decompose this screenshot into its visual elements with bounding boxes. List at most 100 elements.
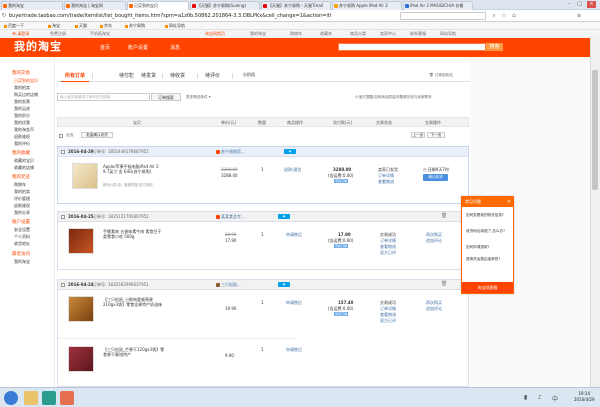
browser-tab-active[interactable]: 已买到的宝贝 — [127, 1, 189, 10]
both-reviewed-link[interactable]: 双方已评 — [380, 250, 396, 256]
reload-icon[interactable]: ↻ — [0, 12, 8, 20]
sidebar-item[interactable]: 退款维权 — [14, 134, 30, 140]
sidebar-item[interactable]: 我的评价 — [14, 141, 30, 147]
product-image[interactable] — [68, 346, 94, 372]
sidebar-item[interactable]: 收货地址 — [14, 241, 30, 247]
sidebar-item[interactable]: 我的足迹 — [14, 106, 30, 112]
explorer-icon[interactable] — [24, 391, 38, 405]
favorites-link[interactable]: 收藏夹 — [320, 30, 332, 38]
product-image[interactable] — [68, 296, 94, 322]
add-review-link[interactable]: 追加评论 — [426, 306, 442, 312]
col-status[interactable]: 交易状态 — [376, 120, 392, 126]
close-icon[interactable]: × — [587, 1, 596, 8]
order-checkbox[interactable] — [61, 282, 65, 287]
help-question[interactable]: 如何申请退款? — [466, 245, 511, 250]
bookmark-item[interactable]: 淘宝 — [48, 22, 60, 30]
browser-tab-5[interactable]: 苏宁易购 Apple iPad Air 2 — [332, 1, 402, 10]
sidebar-section-title[interactable]: 我的足迹 — [12, 174, 30, 180]
network-icon[interactable]: ▮ — [524, 394, 527, 401]
header-search-input[interactable] — [338, 43, 486, 51]
shop-link[interactable]: 某某食品专... — [216, 214, 245, 220]
star-icon[interactable]: ☆ — [500, 12, 508, 20]
sidebar-item[interactable]: 购买过的店铺 — [14, 92, 38, 98]
after-sale-link[interactable]: 申请售后 — [286, 232, 302, 238]
bookmark-item[interactable]: 天猫 — [75, 22, 87, 30]
order-checkbox[interactable] — [61, 149, 65, 154]
product-title[interactable]: 【三只松鼠_小鲜肉夏威夷果210gx3袋】零食坚果特产奶油味 — [103, 297, 165, 307]
seller-center-link[interactable]: 卖家中心 — [380, 30, 396, 38]
bookmark-item[interactable]: 苏宁易购 — [125, 22, 145, 30]
system-clock[interactable]: 19:14 2016/4/29 — [574, 391, 595, 403]
order-search-input[interactable]: 输入宝贝标题或订单号进行搜索 — [57, 93, 150, 101]
next-page-button[interactable]: 下一页 — [427, 132, 445, 138]
browser-tab-6[interactable]: iPad Air 2 MH182CH/A 价格 — [403, 1, 473, 10]
help-question[interactable]: 退换货运费由谁承担? — [466, 257, 511, 262]
minimize-icon[interactable]: – — [564, 1, 573, 8]
wangwang-chat-icon[interactable]: ◉ — [278, 214, 290, 219]
product-title[interactable]: 手撕素肉 五香味素牛肉 素食豆干类零食小吃 500g — [103, 229, 165, 239]
select-all-checkbox[interactable] — [59, 133, 63, 138]
sidebar-item[interactable]: 我的拍卖 — [14, 85, 30, 91]
browser-icon[interactable] — [42, 391, 56, 405]
sidebar-item[interactable]: 我的拍卖 — [14, 189, 30, 195]
header-nav-settings[interactable]: 账户设置 — [128, 44, 148, 51]
taobao-home-link[interactable]: 淘宝网首页 — [205, 30, 225, 38]
order-checkbox[interactable] — [61, 214, 65, 219]
cart-link[interactable]: 购物车 — [290, 30, 302, 38]
bookmark-item[interactable]: 百度一下 — [4, 22, 24, 30]
my-taobao-link[interactable]: 我的淘宝 — [250, 30, 266, 38]
help-question[interactable]: 如何查看我的物流信息? — [466, 213, 511, 218]
sidebar-item[interactable]: 我的分享 — [14, 210, 30, 216]
maximize-icon[interactable]: □ — [575, 1, 584, 8]
product-title[interactable]: 【三只松鼠_芒果干120gx3袋】零食果干蜜饯特产 — [103, 347, 165, 357]
refund-link[interactable]: 退款/退货 — [284, 167, 301, 173]
sidebar-item[interactable]: 我的优惠 — [14, 120, 30, 126]
sidebar-section-title[interactable]: 我的交易 — [12, 70, 30, 76]
start-icon[interactable] — [4, 391, 18, 405]
mobile-link[interactable]: 手机逛淘宝 — [90, 30, 110, 38]
sidebar-section-title[interactable]: 我的收藏 — [12, 150, 30, 156]
after-sale-link[interactable]: 申请售后 — [286, 300, 302, 306]
batch-confirm-button[interactable]: 批量确认收货 — [81, 132, 113, 138]
search-icon[interactable]: ⌕ — [490, 12, 498, 20]
product-image[interactable] — [72, 163, 98, 189]
site-nav-link[interactable]: 网站导航 — [440, 30, 456, 38]
sidebar-item-bought[interactable]: 已买到的宝贝 — [14, 78, 38, 84]
wangwang-chat-icon[interactable]: ◉ — [278, 282, 290, 287]
after-sale-link[interactable]: 申请售后 — [286, 347, 302, 353]
tab-pending-receipt[interactable]: 待收货 — [170, 72, 185, 79]
sidebar-item[interactable]: 评价管理 — [14, 196, 30, 202]
order-search-button[interactable]: 订单搜索 — [151, 93, 181, 101]
sidebar-section-title[interactable]: 账户设置 — [12, 219, 30, 225]
service-link[interactable]: 联系客服 — [410, 30, 426, 38]
browser-tab-0[interactable]: 我的淘宝 — [1, 1, 63, 10]
confirm-receipt-button[interactable]: 确认收货 — [423, 174, 448, 181]
app-icon[interactable] — [60, 391, 74, 405]
url-field[interactable]: buyertrade.taobao.com/trade/itemlist/lis… — [9, 13, 331, 19]
sidebar-item[interactable]: 收藏的店铺 — [14, 165, 34, 171]
header-nav-messages[interactable]: 消息 — [170, 44, 180, 51]
shop-link[interactable]: 苏宁易购官... — [216, 149, 245, 155]
tab-pending-review[interactable]: 待评价 — [205, 72, 220, 79]
header-search-button[interactable]: 搜索 — [486, 43, 503, 51]
sidebar-item[interactable]: 个人资料 — [14, 234, 30, 240]
prev-page-button[interactable]: 上一页 — [411, 132, 425, 138]
bookmark-item[interactable]: 京东 — [100, 22, 112, 30]
volume-icon[interactable]: ♪ — [538, 394, 542, 401]
browser-tab-3[interactable]: 【天猫】苏宁易购(Suning) — [190, 1, 260, 10]
tab-all-orders[interactable]: 所有订单 — [60, 72, 90, 82]
sidebar-item[interactable]: 安全设置 — [14, 227, 30, 233]
both-reviewed-link[interactable]: 双方已评 — [380, 318, 396, 324]
register-link[interactable]: 免费注册 — [50, 30, 66, 38]
recycle-bin-link[interactable]: 🗑 订单回收站 — [429, 73, 453, 78]
sidebar-item[interactable]: 我的积分 — [14, 113, 30, 119]
scrollbar-thumb[interactable] — [592, 70, 598, 190]
delete-order-icon[interactable]: 🗑 — [441, 281, 447, 287]
tab-pending-shipment[interactable]: 待发货 — [141, 72, 156, 79]
bookmark-item[interactable]: 网址导航 — [165, 22, 185, 30]
add-review-link[interactable]: 追加评论 — [426, 238, 442, 244]
close-icon[interactable]: × — [507, 199, 511, 205]
wangwang-chat-icon[interactable]: ◉ — [284, 149, 296, 154]
help-question[interactable]: 收货地址填错了,怎么办? — [466, 229, 511, 234]
sidebar-item[interactable]: 我的淘宝 — [14, 259, 30, 265]
